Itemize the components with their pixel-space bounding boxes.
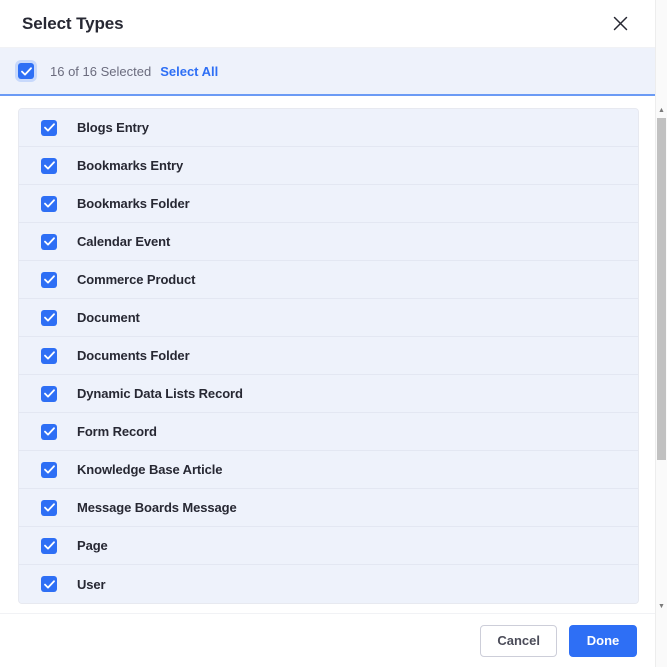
select-all-bar: 16 of 16 Selected Select All	[0, 48, 655, 96]
close-icon[interactable]	[605, 9, 635, 39]
checkmark-icon	[43, 123, 55, 132]
checkmark-icon	[43, 541, 55, 550]
checkmark-icon	[43, 161, 55, 170]
checkmark-icon	[43, 351, 55, 360]
list-item-checkbox[interactable]	[41, 423, 57, 440]
chevron-down-icon[interactable]: ▼	[656, 600, 667, 612]
done-button[interactable]: Done	[569, 624, 637, 657]
dialog-title: Select Types	[22, 13, 124, 33]
checkmark-icon	[43, 199, 55, 208]
list-item[interactable]: Blogs Entry	[19, 109, 638, 147]
list-item[interactable]: Knowledge Base Article	[19, 451, 638, 489]
list-item-checkbox[interactable]	[41, 537, 57, 554]
list-item-checkbox[interactable]	[41, 233, 57, 250]
checkmark-icon	[20, 66, 32, 75]
list-item-checkbox[interactable]	[41, 271, 57, 288]
list-item[interactable]: Dynamic Data Lists Record	[19, 375, 638, 413]
list-item-checkbox[interactable]	[41, 157, 57, 174]
dialog-footer: Cancel Done	[0, 613, 655, 667]
checkmark-icon	[43, 579, 55, 588]
chevron-up-icon[interactable]: ▲	[656, 104, 667, 116]
list-item-label: Dynamic Data Lists Record	[77, 386, 243, 401]
list-item-checkbox[interactable]	[41, 499, 57, 516]
list-item-label: Form Record	[77, 424, 157, 439]
list-item-label: User	[77, 576, 106, 592]
list-item-label: Bookmarks Folder	[77, 196, 190, 211]
list-item-label: Calendar Event	[77, 234, 171, 249]
list-item-checkbox[interactable]	[41, 461, 57, 478]
list-item[interactable]: User	[19, 565, 638, 603]
list-item-checkbox[interactable]	[41, 309, 57, 326]
close-icon-glyph	[613, 16, 627, 31]
list-item[interactable]: Documents Folder	[19, 337, 638, 375]
checkmark-icon	[43, 313, 55, 322]
types-list: Blogs Entry Bookmarks Entry Bookmarks Fold…	[18, 108, 639, 604]
list-item[interactable]: Message Boards Message	[19, 489, 638, 527]
scrollbar-thumb[interactable]	[657, 118, 666, 460]
dialog-header: Select Types	[0, 0, 655, 48]
select-all-link[interactable]: Select All	[160, 64, 218, 79]
list-item[interactable]: Form Record	[19, 413, 638, 451]
list-item-label: Message Boards Message	[77, 500, 237, 515]
list-item-label: Bookmarks Entry	[77, 158, 184, 173]
checkmark-icon	[43, 389, 55, 398]
list-item-label: Document	[77, 310, 140, 325]
list-item[interactable]: Document	[19, 299, 638, 337]
list-item-label: Documents Folder	[77, 348, 190, 363]
select-all-checkbox[interactable]	[18, 63, 34, 79]
list-item-checkbox[interactable]	[41, 347, 57, 364]
list-item[interactable]: Calendar Event	[19, 223, 638, 261]
list-item[interactable]: Bookmarks Entry	[19, 147, 638, 185]
checkmark-icon	[43, 275, 55, 284]
list-item-checkbox[interactable]	[41, 119, 57, 136]
checkmark-icon	[43, 237, 55, 246]
checkmark-icon	[43, 427, 55, 436]
list-item-checkbox[interactable]	[41, 385, 57, 402]
list-item-checkbox[interactable]	[41, 195, 57, 212]
list-item-label: Page	[77, 538, 108, 553]
list-item-checkbox[interactable]	[41, 576, 57, 592]
selected-count-label: 16 of 16 Selected	[50, 63, 152, 79]
page-scrollbar[interactable]: ▲ ▼	[655, 0, 667, 667]
list-item[interactable]: Bookmarks Folder	[19, 185, 638, 223]
list-item-label: Commerce Product	[77, 272, 196, 287]
checkmark-icon	[43, 503, 55, 512]
list-item-label: Blogs Entry	[77, 120, 149, 135]
types-list-container: Blogs Entry Bookmarks Entry Bookmarks Fold…	[0, 96, 655, 613]
select-types-dialog: Select Types 16 of 16 Selected Select Al…	[0, 0, 655, 667]
checkmark-icon	[43, 465, 55, 474]
list-item[interactable]: Page	[19, 527, 638, 565]
list-item[interactable]: Commerce Product	[19, 261, 638, 299]
list-item-label: Knowledge Base Article	[77, 462, 223, 477]
cancel-button[interactable]: Cancel	[480, 624, 557, 657]
